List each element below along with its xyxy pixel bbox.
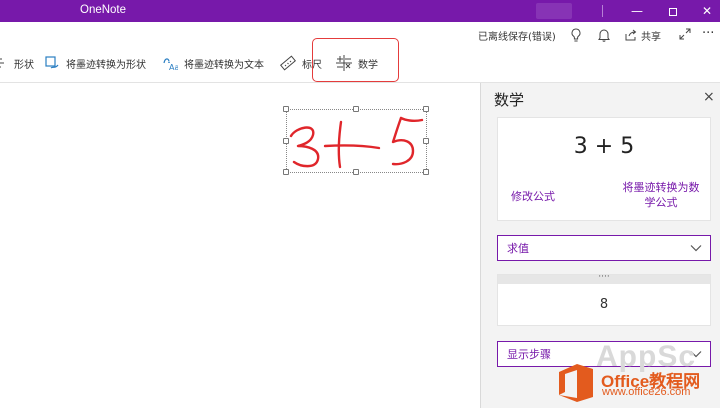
minimize-button[interactable]: — <box>620 0 654 22</box>
result-drag-handle[interactable]: ···· <box>498 273 710 284</box>
ink-to-text-button[interactable]: Aa 将墨迹转换为文本 <box>162 52 264 74</box>
resize-handle-bottom-left[interactable] <box>283 169 289 175</box>
office-logo-icon <box>559 364 593 402</box>
close-window-button[interactable]: ✕ <box>690 0 720 22</box>
resize-handle-top-right[interactable] <box>423 106 429 112</box>
ink-to-text-icon: Aa <box>163 58 178 71</box>
svg-text:Aa: Aa <box>169 63 178 71</box>
solve-action-value: 求值 <box>507 242 529 255</box>
show-steps-label: 显示步骤 <box>507 348 551 361</box>
maximize-button[interactable] <box>656 0 690 22</box>
share-button[interactable]: 共享 <box>624 26 661 44</box>
more-options-button[interactable]: ··· <box>702 26 714 41</box>
ink-to-shape-icon <box>45 56 59 69</box>
result-value: 8 <box>599 297 609 312</box>
sync-status[interactable]: 已离线保存(错误) <box>478 28 556 43</box>
handwritten-equation-ink[interactable] <box>287 110 428 174</box>
chevron-down-icon <box>690 245 702 252</box>
math-button-highlight <box>312 38 399 82</box>
share-label: 共享 <box>641 31 661 43</box>
convert-ink-to-math-line1: 将墨迹转换为数 <box>622 181 700 194</box>
resize-handle-top-left[interactable] <box>283 106 289 112</box>
user-account[interactable] <box>536 3 572 19</box>
lightbulb-icon[interactable] <box>568 26 584 44</box>
ink-to-shape-button[interactable]: 将墨迹转换为形状 <box>44 52 146 74</box>
ink-to-shape-label: 将墨迹转换为形状 <box>66 59 146 71</box>
result-card: ···· 8 <box>497 273 711 326</box>
ink-selection-box[interactable] <box>283 106 429 175</box>
share-icon <box>625 29 637 41</box>
shape-icon <box>0 58 4 68</box>
ink-to-text-label: 将墨迹转换为文本 <box>184 59 264 71</box>
math-pane-close-button[interactable]: × <box>703 89 715 105</box>
resize-handle-top[interactable] <box>353 106 359 112</box>
ruler-icon <box>280 55 296 71</box>
convert-ink-to-math-line2: 学公式 <box>644 196 678 209</box>
shapes-label: 形状 <box>14 59 34 71</box>
resize-handle-left[interactable] <box>283 138 289 144</box>
shapes-button[interactable]: 形状 <box>0 52 34 74</box>
title-bar-separator <box>602 5 603 17</box>
maximize-icon <box>669 7 677 16</box>
watermark-url: www.office26.com <box>602 386 691 398</box>
expand-icon[interactable] <box>678 27 692 41</box>
bell-icon[interactable] <box>596 26 612 44</box>
recognized-formula: 3 + 5 <box>573 134 635 159</box>
solve-action-dropdown[interactable]: 求值 <box>497 235 711 261</box>
edit-formula-link[interactable]: 修改公式 <box>511 188 555 204</box>
resize-handle-bottom-right[interactable] <box>423 169 429 175</box>
resize-handle-right[interactable] <box>423 138 429 144</box>
math-pane-title: 数学 <box>494 91 525 109</box>
convert-ink-to-math-link[interactable]: 将墨迹转换为数 学公式 <box>616 180 706 210</box>
resize-handle-bottom[interactable] <box>353 169 359 175</box>
title-bar: OneNote — ✕ <box>0 0 720 22</box>
app-title: OneNote <box>80 4 127 16</box>
formula-card: 3 + 5 修改公式 将墨迹转换为数 学公式 <box>497 117 711 221</box>
